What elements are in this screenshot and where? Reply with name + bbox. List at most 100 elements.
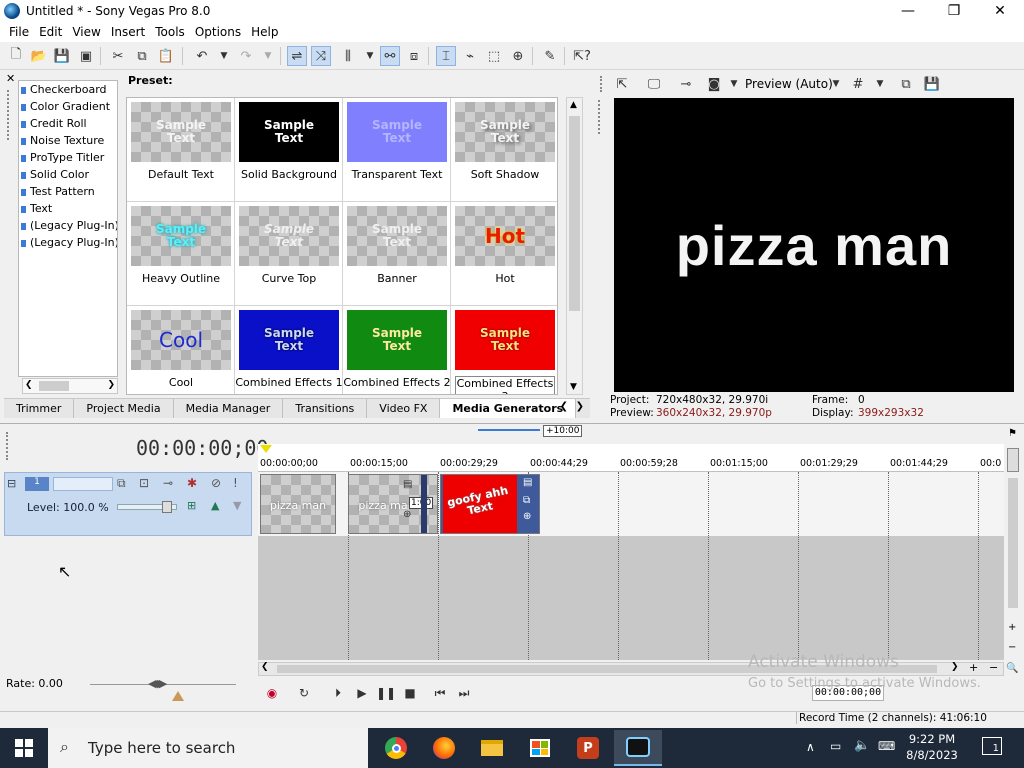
properties-icon[interactable]: ▣ [76, 46, 96, 66]
loop-marker-icon[interactable] [260, 445, 272, 453]
preset-heavy-outline[interactable]: Sample Text Heavy Outline [127, 202, 235, 306]
clip-event-fx-icon[interactable]: ▤ [523, 477, 532, 488]
generator-list-scrollbar[interactable]: ❮ ❯ [22, 378, 118, 394]
track-solo-icon[interactable]: ! [233, 476, 238, 490]
preset-soft-shadow[interactable]: Sample Text Soft Shadow [451, 98, 557, 202]
stop-icon[interactable]: ■ [400, 684, 420, 702]
cut-icon[interactable]: ✂ [108, 46, 128, 66]
preset-hot[interactable]: Hot Hot [451, 202, 557, 306]
preview-quality-select[interactable]: Preview (Auto) [745, 77, 833, 91]
generator-item[interactable]: Solid Color [19, 166, 117, 183]
tab-transitions[interactable]: Transitions [283, 399, 368, 418]
zoom-range-bar[interactable] [478, 429, 540, 431]
maximize-button[interactable]: ❐ [931, 0, 977, 22]
ripple-dropdown-icon[interactable]: ▼ [360, 46, 380, 66]
preset-scrollbar[interactable]: ▲ ▼ [566, 97, 583, 395]
generator-item[interactable]: Credit Roll [19, 115, 117, 132]
panel-grip[interactable] [598, 100, 602, 134]
zoom-tool-small-icon[interactable]: 🔍 [1006, 663, 1018, 674]
clip-crop-icon[interactable]: ⧉ [523, 495, 530, 506]
menu-edit[interactable]: Edit [34, 25, 67, 39]
panel-grip[interactable] [600, 76, 604, 92]
track-down-icon[interactable]: ▼ [233, 499, 241, 512]
preset-cool[interactable]: Cool Cool [127, 306, 235, 394]
zoom-out-icon[interactable]: − [989, 661, 998, 674]
volume-icon[interactable]: 🔈 [854, 738, 870, 753]
redo-dropdown-icon[interactable]: ▼ [258, 46, 278, 66]
chrome-taskbar-icon[interactable] [372, 730, 420, 766]
show-hidden-icons-icon[interactable]: ∧ [806, 740, 815, 754]
generator-item[interactable]: Color Gradient [19, 98, 117, 115]
track-composite-icon[interactable]: ⊡ [139, 476, 149, 490]
tab-scroll-left-icon[interactable]: ❮ [560, 401, 568, 412]
marker-flag-icon[interactable]: ⚑ [1008, 428, 1017, 439]
snapping-icon[interactable]: ⇌ [287, 46, 307, 66]
minimize-button[interactable]: — [885, 0, 931, 22]
rate-slider-handle-icon[interactable]: ◀◆▶ [148, 677, 167, 690]
menu-view[interactable]: View [67, 25, 105, 39]
preset-banner[interactable]: Sample Text Banner [343, 202, 451, 306]
go-to-start-icon[interactable]: ⏮ [430, 684, 450, 702]
timeline-clip[interactable]: pizza man [260, 474, 336, 534]
render-icon[interactable]: ✎ [540, 46, 560, 66]
external-monitor-icon[interactable]: 🖵 [644, 74, 664, 94]
selection-tool-icon[interactable]: ⬚ [484, 46, 504, 66]
store-taskbar-icon[interactable] [516, 730, 564, 766]
taskbar-search-box[interactable]: ⌕ Type here to search [48, 728, 368, 768]
generator-item[interactable]: Test Pattern [19, 183, 117, 200]
ripple-edit-icon[interactable]: ⫼ [338, 46, 358, 66]
panel-grip[interactable] [7, 90, 11, 140]
save-snapshot-icon[interactable]: 💾 [922, 74, 942, 94]
preset-transparent-text[interactable]: Sample Text Transparent Text [343, 98, 451, 202]
track-collapse-icon[interactable]: ⊟ [7, 477, 16, 490]
preview-quality-dropdown-icon[interactable]: ▼ [826, 74, 846, 94]
redo-icon[interactable]: ↷ [236, 46, 256, 66]
clip-event-fx-icon[interactable]: ▤ [403, 479, 412, 490]
timeline-ruler[interactable]: 00:00:00;00 00:00:15;00 00:00:29;29 00:0… [258, 444, 1004, 472]
tab-video-fx[interactable]: Video FX [367, 399, 441, 418]
play-from-start-icon[interactable]: ⏵ [328, 684, 348, 702]
notification-center-icon[interactable]: 1 [982, 737, 1002, 755]
whats-this-help-icon[interactable]: ⇱? [572, 46, 592, 66]
lock-envelopes-icon[interactable]: ⚯ [380, 46, 400, 66]
menu-insert[interactable]: Insert [106, 25, 150, 39]
keyboard-icon[interactable]: ⌨ [878, 739, 895, 753]
menu-tools[interactable]: Tools [150, 25, 190, 39]
track-up-icon[interactable]: ▲ [211, 499, 219, 512]
timeline-clip[interactable]: pizza ma ▤ ⊕ 1:00 [348, 474, 438, 534]
preset-default-text[interactable]: Sample Text Default Text [127, 98, 235, 202]
panel-grip[interactable] [6, 432, 10, 460]
generator-item[interactable]: (Legacy Plug-In) V [19, 234, 117, 251]
menu-help[interactable]: Help [246, 25, 283, 39]
pause-icon[interactable]: ❚❚ [376, 684, 396, 702]
tab-project-media[interactable]: Project Media [74, 399, 174, 418]
copy-snapshot-icon[interactable]: ⧉ [896, 74, 916, 94]
generator-item[interactable]: (Legacy Plug-In) T [19, 217, 117, 234]
overlay-icon[interactable]: ◙ [704, 74, 724, 94]
generator-item[interactable]: Noise Texture [19, 132, 117, 149]
track-name-field[interactable] [53, 477, 113, 491]
network-icon[interactable]: ▭ [830, 739, 841, 753]
tab-media-generators[interactable]: Media Generators [440, 399, 577, 418]
tab-scroll-right-icon[interactable]: ❯ [576, 401, 584, 412]
clip-pan-crop-icon[interactable]: ⊕ [403, 509, 411, 520]
menu-options[interactable]: Options [190, 25, 246, 39]
taskbar-clock[interactable]: 9:22 PM 8/8/2023 [900, 731, 964, 763]
video-track-header[interactable]: ⊟ 1 ⧉ ⊡ ⊸ ✱ ⊘ ! Level: 100.0 % ⊞ ▲ ▼ [4, 472, 252, 536]
vegas-taskbar-icon[interactable] [614, 730, 662, 766]
track-envelope-icon[interactable]: ⊞ [187, 499, 196, 512]
preview-properties-icon[interactable]: ⇱ [612, 74, 632, 94]
close-button[interactable]: ✕ [977, 0, 1023, 22]
start-button[interactable] [0, 728, 48, 768]
record-icon[interactable]: ◉ [262, 684, 282, 702]
tab-media-manager[interactable]: Media Manager [174, 399, 284, 418]
envelope-tool-icon[interactable]: ⌁ [460, 46, 480, 66]
grid-icon[interactable]: # [848, 74, 868, 94]
preset-combined-effects-3[interactable]: Sample Text Combined Effects 3 [451, 306, 557, 394]
generator-item[interactable]: ProType Titler [19, 149, 117, 166]
zoom-in-icon[interactable]: + [969, 661, 978, 674]
preset-curve-top[interactable]: Sample Text Curve Top [235, 202, 343, 306]
overlay-dropdown-icon[interactable]: ▼ [724, 74, 744, 94]
loop-playback-icon[interactable]: ↻ [294, 684, 314, 702]
split-screen-icon[interactable]: ⊸ [676, 74, 696, 94]
